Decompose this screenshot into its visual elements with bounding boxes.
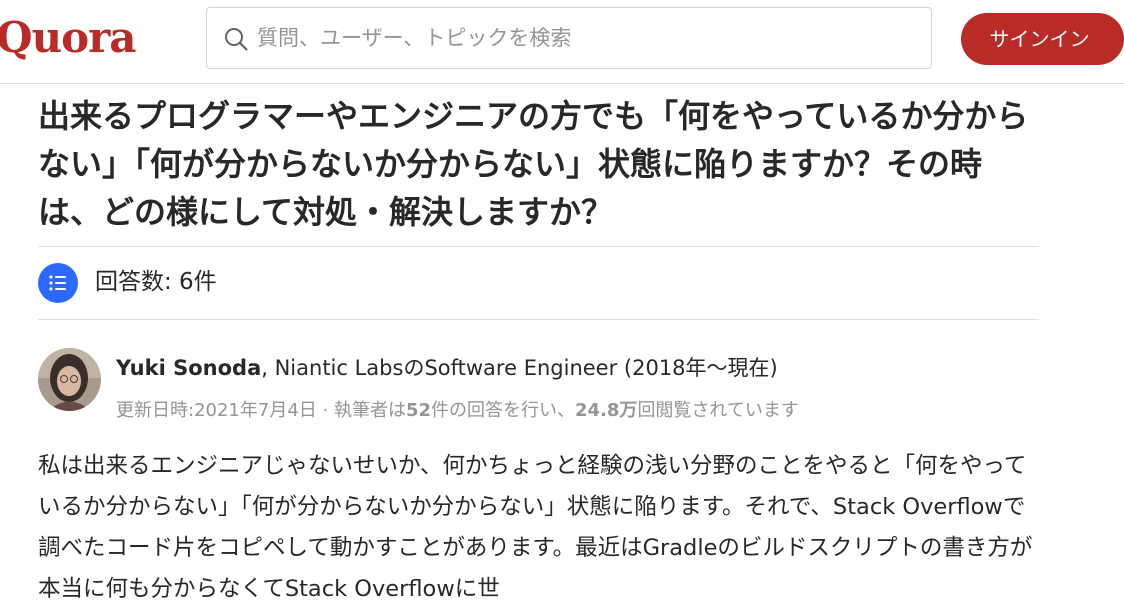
- meta-views-count: 24.8万: [575, 400, 638, 421]
- author-line: Yuki Sonoda, Niantic LabsのSoftware Engin…: [116, 352, 778, 384]
- author-credential[interactable]: , Niantic LabsのSoftware Engineer (2018年〜…: [261, 356, 777, 380]
- list-icon: [38, 263, 78, 303]
- search-icon: [225, 28, 248, 51]
- answers-count: 回答数: 6件: [95, 269, 217, 295]
- quora-logo[interactable]: Quora: [0, 10, 136, 66]
- author-name[interactable]: Yuki Sonoda: [116, 356, 261, 380]
- divider: [38, 246, 1039, 247]
- meta-answers-count: 52: [405, 400, 432, 421]
- question-title: 出来るプログラマーやエンジニアの方でも「何をやっているか分からない」「何が分から…: [38, 97, 1029, 231]
- meta-suffix: 回閲覧されています: [637, 400, 799, 421]
- answer-body: 私は出来るエンジニアじゃないせいか、何かちょっと経験の浅い分野のことをやると「何…: [38, 446, 1038, 610]
- avatar[interactable]: [38, 348, 101, 411]
- meta-prefix[interactable]: 更新日時:2021年7月4日 · 執筆者は: [116, 400, 406, 421]
- search-input[interactable]: [257, 8, 917, 68]
- answer-meta: 更新日時:2021年7月4日 · 執筆者は52件の回答を行い、24.8万回閲覧さ…: [116, 396, 799, 426]
- meta-mid: 件の回答を行い、: [431, 400, 576, 421]
- divider: [38, 319, 1039, 320]
- signin-button[interactable]: サインイン: [961, 13, 1124, 65]
- search-box[interactable]: [206, 7, 932, 69]
- top-bar: Quora サインイン: [0, 0, 1124, 84]
- answer-paragraph: 私は出来るエンジニアじゃないせいか、何かちょっと経験の浅い分野のことをやると「何…: [38, 453, 1033, 602]
